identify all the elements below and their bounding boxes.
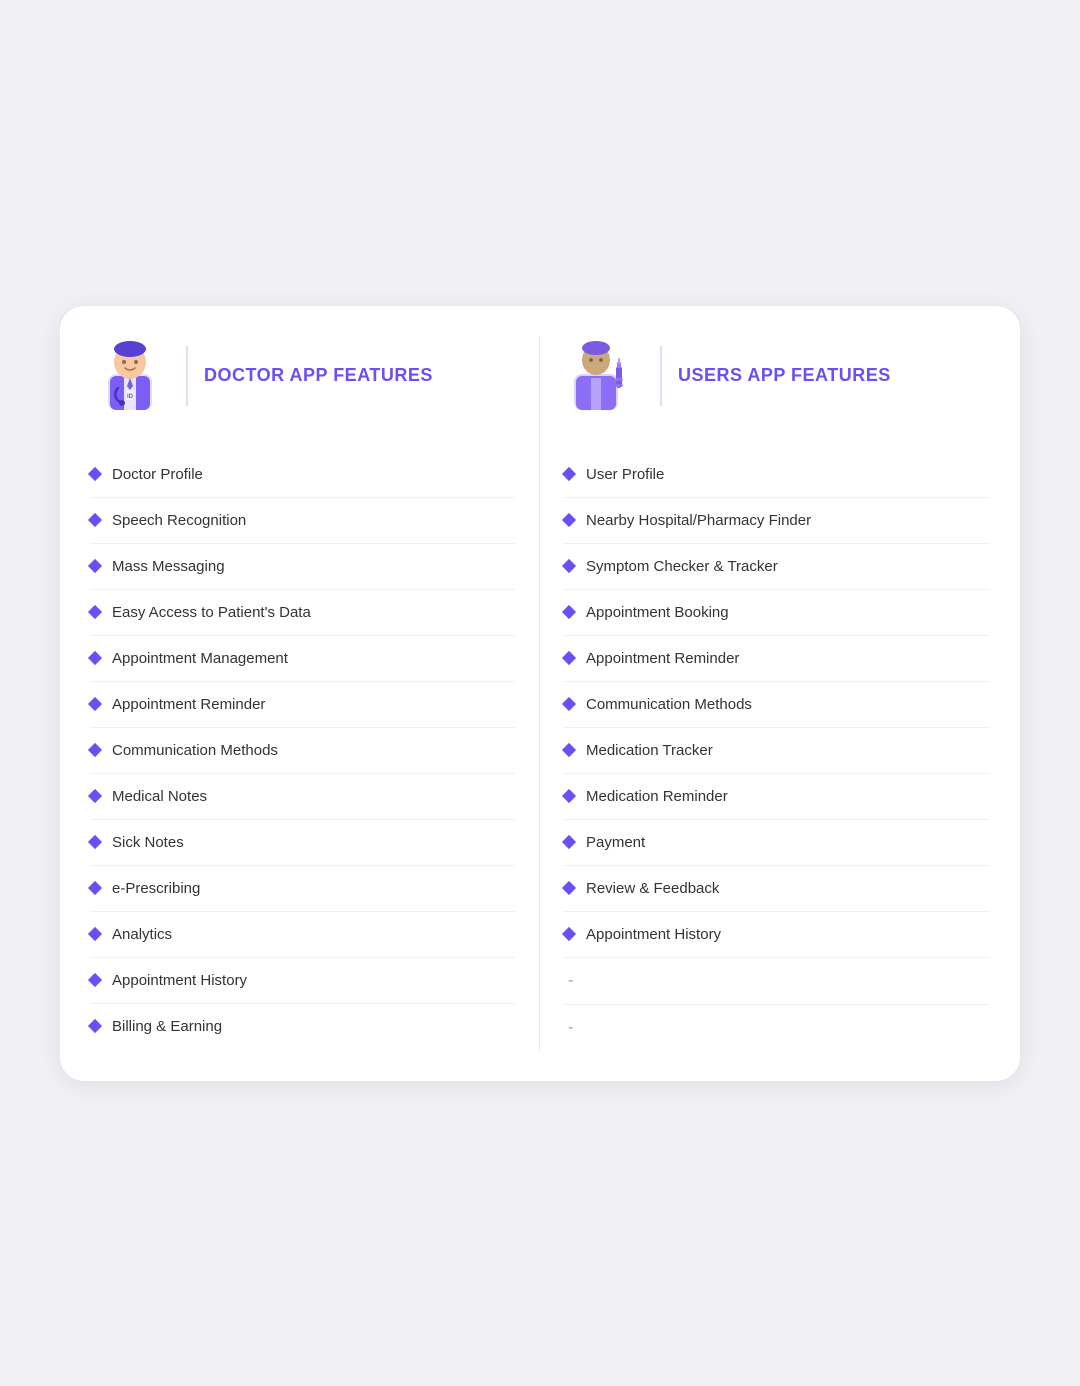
feature-label: Nearby Hospital/Pharmacy Finder xyxy=(586,512,811,529)
diamond-icon xyxy=(562,605,576,619)
header-divider-right xyxy=(660,346,662,406)
diamond-icon xyxy=(562,789,576,803)
diamond-icon xyxy=(88,559,102,573)
diamond-icon xyxy=(88,927,102,941)
users-feature-item: Appointment Reminder xyxy=(564,636,990,682)
feature-label: Payment xyxy=(586,834,645,851)
users-feature-item: User Profile xyxy=(564,452,990,498)
diamond-icon xyxy=(88,973,102,987)
feature-label: Symptom Checker & Tracker xyxy=(586,558,778,575)
doctor-column: ID DOCTOR APP FEATURES Doctor Profile Spe… xyxy=(90,336,540,1051)
users-column: USERS APP FEATURES User Profile Nearby Ho… xyxy=(540,336,990,1051)
feature-label: Sick Notes xyxy=(112,834,184,851)
feature-label: Appointment History xyxy=(586,926,721,943)
diamond-icon xyxy=(562,927,576,941)
feature-label: User Profile xyxy=(586,466,664,483)
users-feature-item: - xyxy=(564,1005,990,1051)
doctor-feature-item: Communication Methods xyxy=(90,728,515,774)
diamond-icon xyxy=(88,835,102,849)
feature-label: e-Prescribing xyxy=(112,880,200,897)
users-header: USERS APP FEATURES xyxy=(564,336,990,432)
users-feature-item: Appointment History xyxy=(564,912,990,958)
feature-label: Appointment Booking xyxy=(586,604,729,621)
doctor-feature-item: Easy Access to Patient's Data xyxy=(90,590,515,636)
diamond-icon xyxy=(88,697,102,711)
feature-label: Communication Methods xyxy=(112,742,278,759)
diamond-icon xyxy=(562,881,576,895)
users-feature-item: Medication Reminder xyxy=(564,774,990,820)
diamond-icon xyxy=(562,467,576,481)
doctor-feature-item: Doctor Profile xyxy=(90,452,515,498)
users-feature-item: Appointment Booking xyxy=(564,590,990,636)
user-icon xyxy=(564,336,644,416)
doctor-feature-item: Appointment History xyxy=(90,958,515,1004)
doctor-feature-item: Billing & Earning xyxy=(90,1004,515,1049)
diamond-icon xyxy=(88,1019,102,1033)
header-divider xyxy=(186,346,188,406)
diamond-icon xyxy=(88,605,102,619)
feature-label: Appointment History xyxy=(112,972,247,989)
users-feature-item: Payment xyxy=(564,820,990,866)
doctor-feature-item: Sick Notes xyxy=(90,820,515,866)
doctor-feature-item: Mass Messaging xyxy=(90,544,515,590)
doctor-feature-item: Medical Notes xyxy=(90,774,515,820)
doctor-feature-item: Analytics xyxy=(90,912,515,958)
users-feature-item: - xyxy=(564,958,990,1005)
diamond-icon xyxy=(562,835,576,849)
doctor-feature-item: Speech Recognition xyxy=(90,498,515,544)
feature-label: Appointment Management xyxy=(112,650,288,667)
diamond-icon xyxy=(562,743,576,757)
doctor-feature-item: e-Prescribing xyxy=(90,866,515,912)
feature-label: Easy Access to Patient's Data xyxy=(112,604,311,621)
empty-dash: - xyxy=(564,1019,573,1037)
diamond-icon xyxy=(88,789,102,803)
doctor-header: ID DOCTOR APP FEATURES xyxy=(90,336,515,432)
feature-label: Doctor Profile xyxy=(112,466,203,483)
users-feature-item: Nearby Hospital/Pharmacy Finder xyxy=(564,498,990,544)
feature-label: Review & Feedback xyxy=(586,880,719,897)
feature-label: Mass Messaging xyxy=(112,558,225,575)
doctor-feature-list: Doctor Profile Speech Recognition Mass Mes… xyxy=(90,452,515,1049)
users-feature-item: Medication Tracker xyxy=(564,728,990,774)
main-card: ID DOCTOR APP FEATURES Doctor Profile Spe… xyxy=(60,306,1020,1081)
diamond-icon xyxy=(88,881,102,895)
diamond-icon xyxy=(562,559,576,573)
users-col-title: USERS APP FEATURES xyxy=(678,365,891,386)
doctor-col-title: DOCTOR APP FEATURES xyxy=(204,365,433,386)
feature-label: Medical Notes xyxy=(112,788,207,805)
doctor-feature-item: Appointment Management xyxy=(90,636,515,682)
diamond-icon xyxy=(88,467,102,481)
users-feature-list: User Profile Nearby Hospital/Pharmacy Fin… xyxy=(564,452,990,1051)
svg-text:ID: ID xyxy=(127,394,134,400)
diamond-icon xyxy=(88,651,102,665)
feature-label: Communication Methods xyxy=(586,696,752,713)
two-column-layout: ID DOCTOR APP FEATURES Doctor Profile Spe… xyxy=(90,336,990,1051)
users-feature-item: Review & Feedback xyxy=(564,866,990,912)
doctor-feature-item: Appointment Reminder xyxy=(90,682,515,728)
feature-label: Billing & Earning xyxy=(112,1018,222,1035)
users-feature-item: Communication Methods xyxy=(564,682,990,728)
feature-label: Appointment Reminder xyxy=(112,696,265,713)
diamond-icon xyxy=(562,651,576,665)
feature-label: Medication Reminder xyxy=(586,788,728,805)
diamond-icon xyxy=(562,697,576,711)
feature-label: Medication Tracker xyxy=(586,742,713,759)
feature-label: Appointment Reminder xyxy=(586,650,739,667)
feature-label: Speech Recognition xyxy=(112,512,246,529)
feature-label: Analytics xyxy=(112,926,172,943)
empty-dash: - xyxy=(564,972,573,990)
doctor-icon: ID xyxy=(90,336,170,416)
diamond-icon xyxy=(562,513,576,527)
diamond-icon xyxy=(88,743,102,757)
diamond-icon xyxy=(88,513,102,527)
users-feature-item: Symptom Checker & Tracker xyxy=(564,544,990,590)
